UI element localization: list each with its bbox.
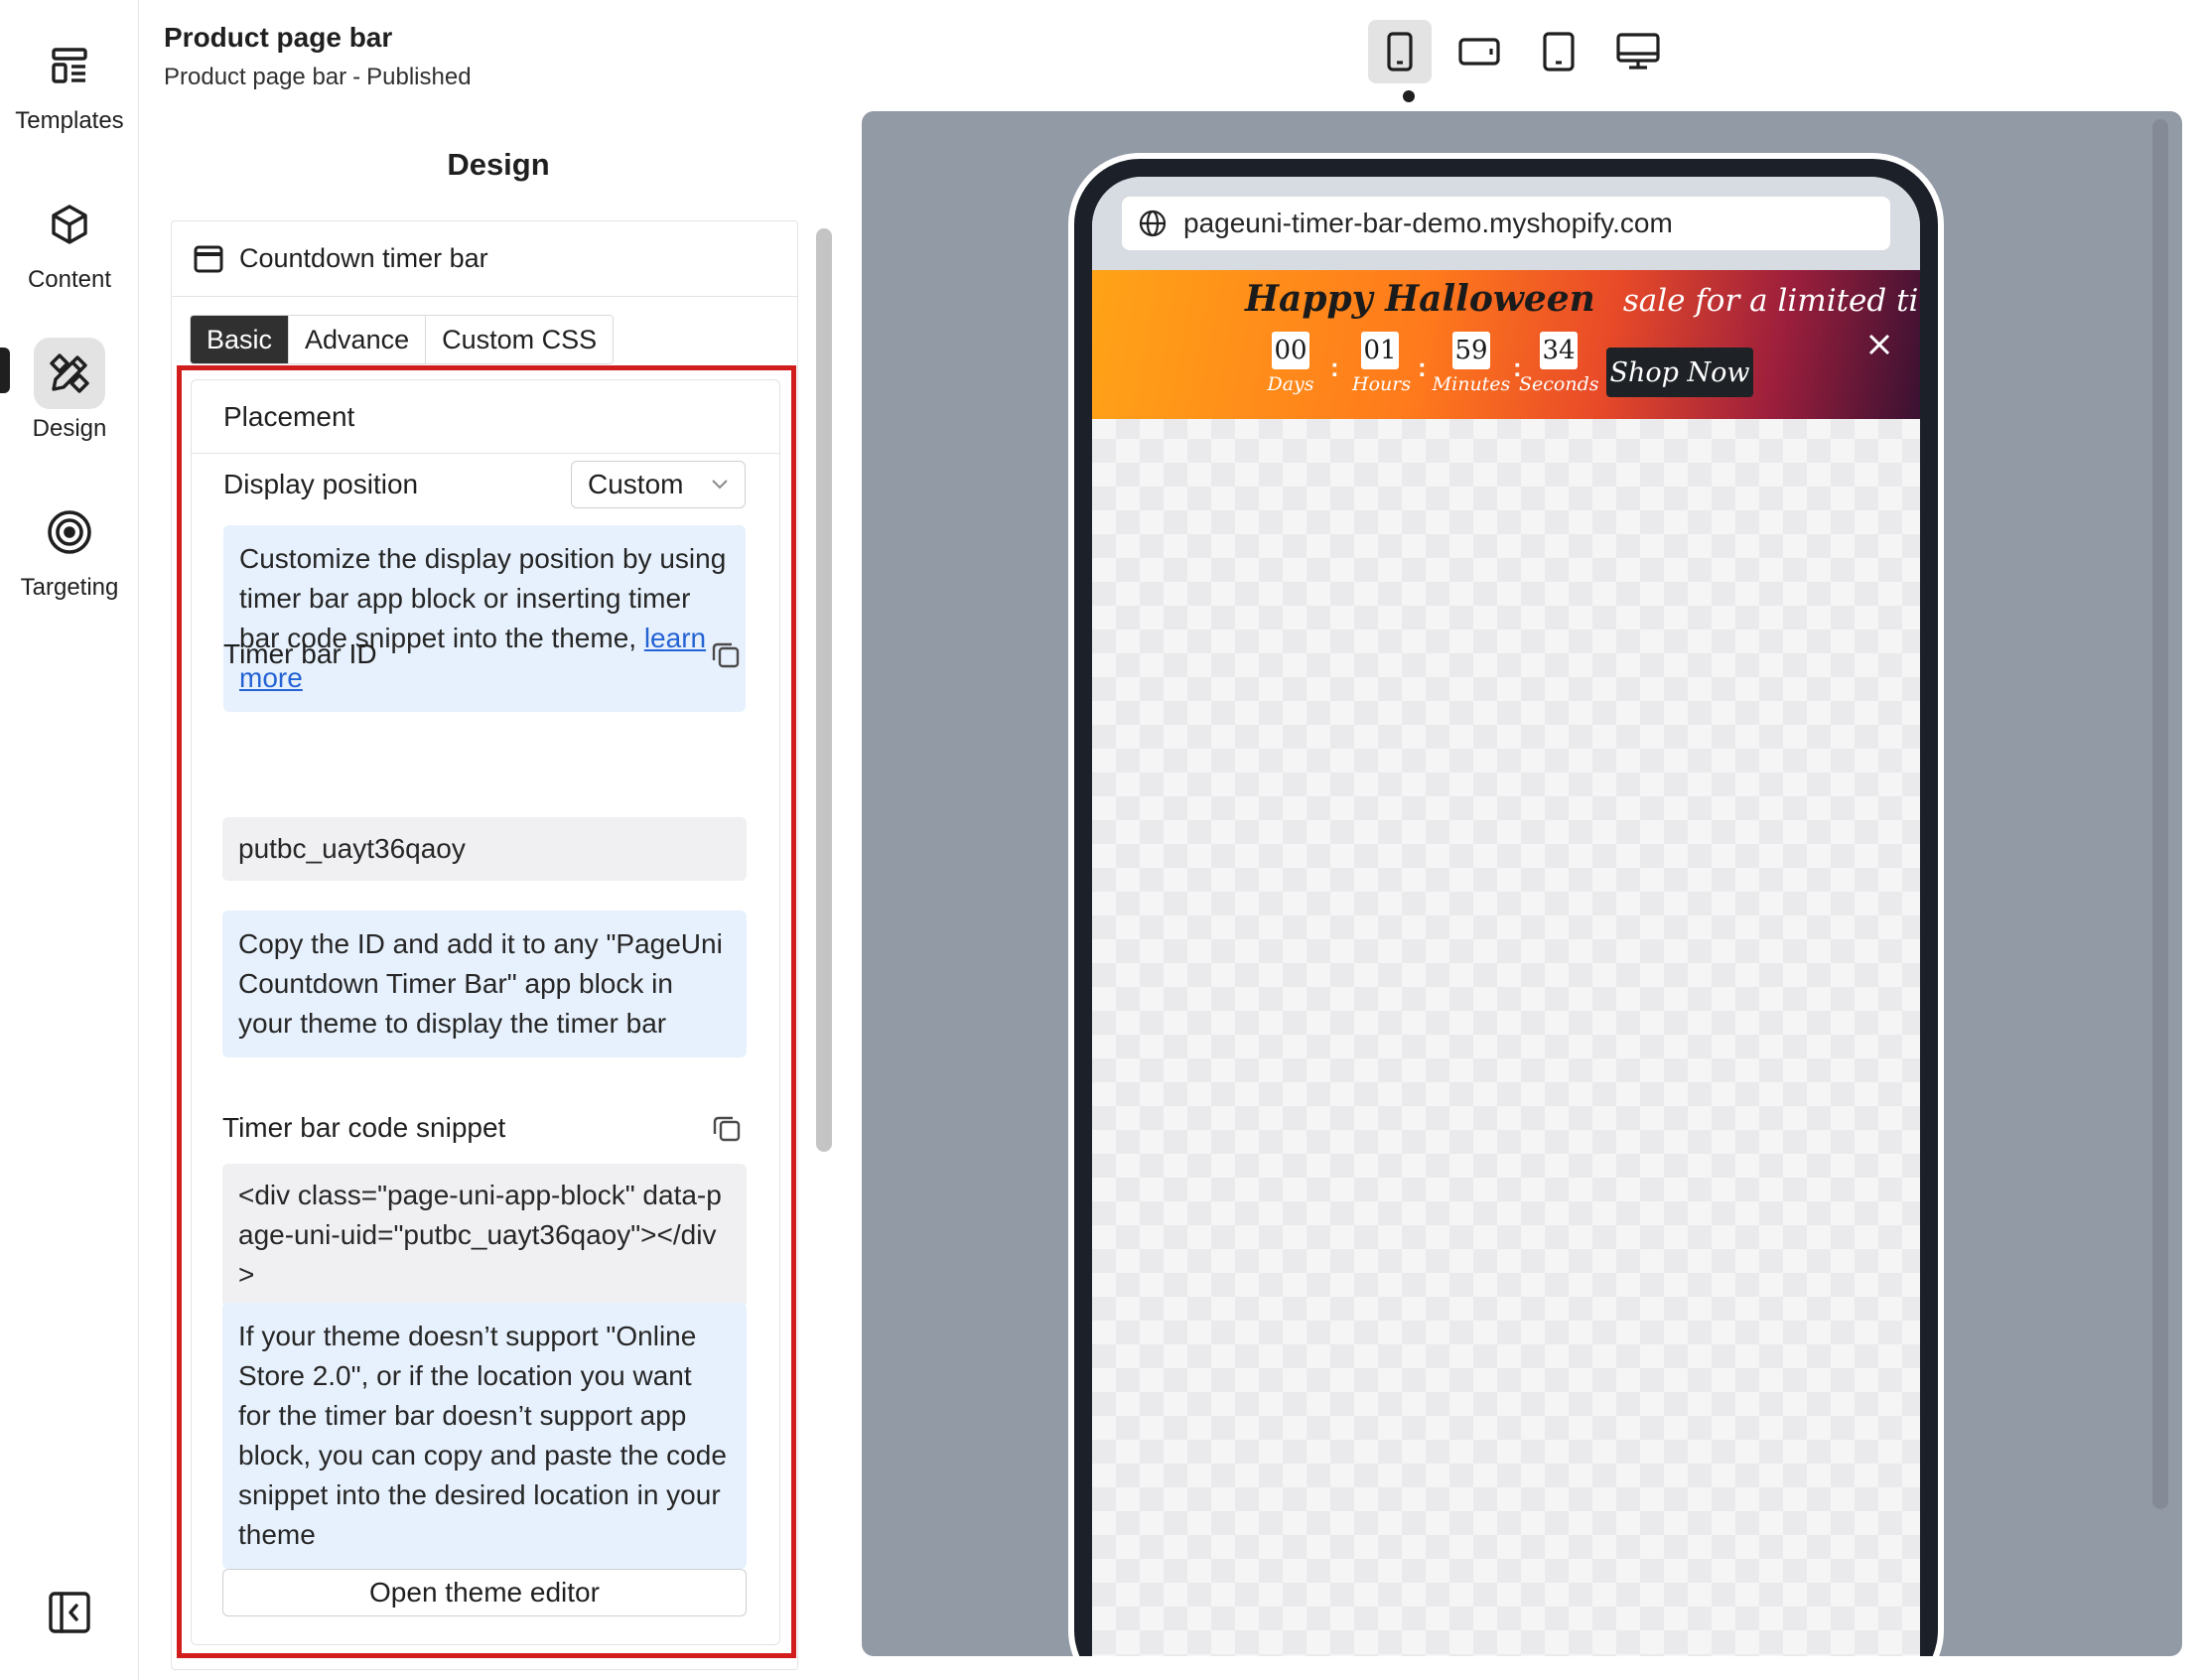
close-icon bbox=[1868, 334, 1890, 355]
copy-icon bbox=[712, 642, 740, 668]
cube-icon bbox=[34, 189, 105, 260]
snippet-field[interactable]: <div class="page-uni-app-block" data-pag… bbox=[222, 1164, 747, 1307]
display-position-label: Display position bbox=[223, 469, 419, 499]
device-mobile-landscape-button[interactable] bbox=[1447, 20, 1511, 83]
design-tools-icon bbox=[34, 338, 105, 409]
desktop-icon bbox=[1616, 33, 1660, 70]
url-bar[interactable]: pageuni-timer-bar-demo.myshopify.com bbox=[1122, 197, 1890, 250]
countdown-hours: 01 Hours bbox=[1352, 332, 1412, 395]
collapse-panel-icon bbox=[49, 1592, 90, 1633]
device-tablet-button[interactable] bbox=[1527, 20, 1590, 83]
url-text: pageuni-timer-bar-demo.myshopify.com bbox=[1183, 208, 1673, 238]
tablet-icon bbox=[1543, 32, 1575, 71]
banner-close-button[interactable] bbox=[1864, 330, 1894, 359]
snippet-label: Timer bar code snippet bbox=[222, 1112, 506, 1143]
snippet-row: Timer bar code snippet bbox=[222, 1106, 747, 1150]
countdown-days: 00 Days bbox=[1267, 332, 1314, 395]
rail-item-label: Targeting bbox=[20, 574, 119, 601]
bar-name: Product page bar bbox=[164, 64, 347, 90]
banner-subtitle: sale for a limited time bbox=[1622, 283, 1920, 319]
rail-item-design[interactable]: Design bbox=[0, 338, 139, 443]
shop-now-button[interactable]: Shop Now bbox=[1606, 348, 1753, 397]
rail-item-content[interactable]: Content bbox=[0, 189, 139, 294]
timer-bar-banner: Happy Halloween sale for a limited time 0… bbox=[1092, 270, 1920, 419]
globe-icon bbox=[1138, 209, 1168, 238]
display-position-value: Custom bbox=[588, 469, 684, 499]
banner-title: Happy Halloween sale for a limited time bbox=[1245, 278, 1920, 320]
display-position-row: Display position Custom bbox=[223, 456, 746, 513]
page-title: Product page bar bbox=[164, 22, 393, 53]
section-title: Placement bbox=[192, 380, 779, 454]
design-tabs: Basic Advance Custom CSS bbox=[190, 315, 615, 364]
timer-id-row: Timer bar ID bbox=[223, 632, 746, 676]
phone-screen: pageuni-timer-bar-demo.myshopify.com Hap… bbox=[1092, 177, 1920, 1656]
left-rail: Templates Content Design Targeting bbox=[0, 0, 139, 1680]
tab-custom-css[interactable]: Custom CSS bbox=[426, 316, 614, 363]
countdown-seconds-value: 34 bbox=[1540, 332, 1578, 369]
rail-item-label: Content bbox=[27, 266, 112, 293]
countdown-minutes-unit: Minutes bbox=[1432, 373, 1511, 395]
preview-scrollbar[interactable] bbox=[2152, 119, 2168, 1509]
placement-section: Placement Display position Custom Custom… bbox=[191, 379, 780, 1645]
page-subtitle: Product page bar - Published bbox=[164, 64, 472, 91]
chevron-down-icon bbox=[712, 480, 728, 490]
copy-snippet-button[interactable] bbox=[707, 1108, 747, 1148]
tab-advance[interactable]: Advance bbox=[289, 316, 427, 363]
timer-id-label: Timer bar ID bbox=[223, 638, 377, 669]
card-title: Countdown timer bar bbox=[239, 243, 488, 273]
tab-basic[interactable]: Basic bbox=[191, 316, 290, 363]
countdown-seconds: 34 Seconds bbox=[1519, 332, 1599, 395]
copy-timer-id-button[interactable] bbox=[706, 634, 746, 674]
countdown-hours-unit: Hours bbox=[1352, 373, 1412, 395]
open-theme-editor-button[interactable]: Open theme editor bbox=[222, 1569, 747, 1616]
rail-item-label: Design bbox=[32, 415, 107, 442]
rail-item-label: Templates bbox=[15, 107, 124, 134]
card-header: Countdown timer bar bbox=[172, 221, 797, 297]
window-icon bbox=[194, 245, 223, 273]
position-info-box: Customize the display position by using … bbox=[223, 525, 746, 712]
preview-area: pageuni-timer-bar-demo.myshopify.com Hap… bbox=[862, 111, 2182, 1656]
collapse-sidebar-button[interactable] bbox=[44, 1587, 95, 1638]
active-device-indicator bbox=[1403, 90, 1415, 102]
phone-frame: pageuni-timer-bar-demo.myshopify.com Hap… bbox=[1068, 153, 1944, 1656]
panel-heading: Design bbox=[447, 147, 550, 182]
copy-icon bbox=[713, 1116, 741, 1142]
rail-item-targeting[interactable]: Targeting bbox=[0, 496, 139, 602]
countdown-days-unit: Days bbox=[1267, 373, 1314, 395]
countdown-minutes-value: 59 bbox=[1452, 332, 1490, 369]
subtitle-separator: - bbox=[352, 64, 361, 90]
banner-title-main: Happy Halloween bbox=[1245, 278, 1595, 320]
device-desktop-button[interactable] bbox=[1606, 20, 1670, 83]
phone-bezel: pageuni-timer-bar-demo.myshopify.com Hap… bbox=[1074, 159, 1938, 1656]
countdown-seconds-unit: Seconds bbox=[1519, 373, 1599, 395]
rail-item-templates[interactable]: Templates bbox=[0, 30, 139, 135]
countdown-separator: : bbox=[1418, 352, 1427, 382]
panel-scrollbar[interactable] bbox=[816, 228, 832, 1152]
target-icon bbox=[34, 496, 105, 568]
mobile-icon bbox=[1387, 32, 1413, 71]
countdown-hours-value: 01 bbox=[1361, 332, 1399, 369]
countdown-minutes: 59 Minutes bbox=[1432, 332, 1511, 395]
display-position-select[interactable]: Custom bbox=[571, 461, 746, 508]
countdown-separator: : bbox=[1330, 352, 1339, 382]
timer-id-field[interactable]: putbc_uayt36qaoy bbox=[222, 817, 747, 881]
countdown-days-value: 00 bbox=[1272, 332, 1309, 369]
device-mobile-button[interactable] bbox=[1368, 20, 1432, 83]
templates-icon bbox=[34, 30, 105, 101]
browser-chrome: pageuni-timer-bar-demo.myshopify.com bbox=[1092, 177, 1920, 270]
mobile-landscape-icon bbox=[1458, 38, 1500, 66]
status-text: Published bbox=[366, 64, 472, 90]
device-switcher bbox=[1368, 20, 1670, 83]
